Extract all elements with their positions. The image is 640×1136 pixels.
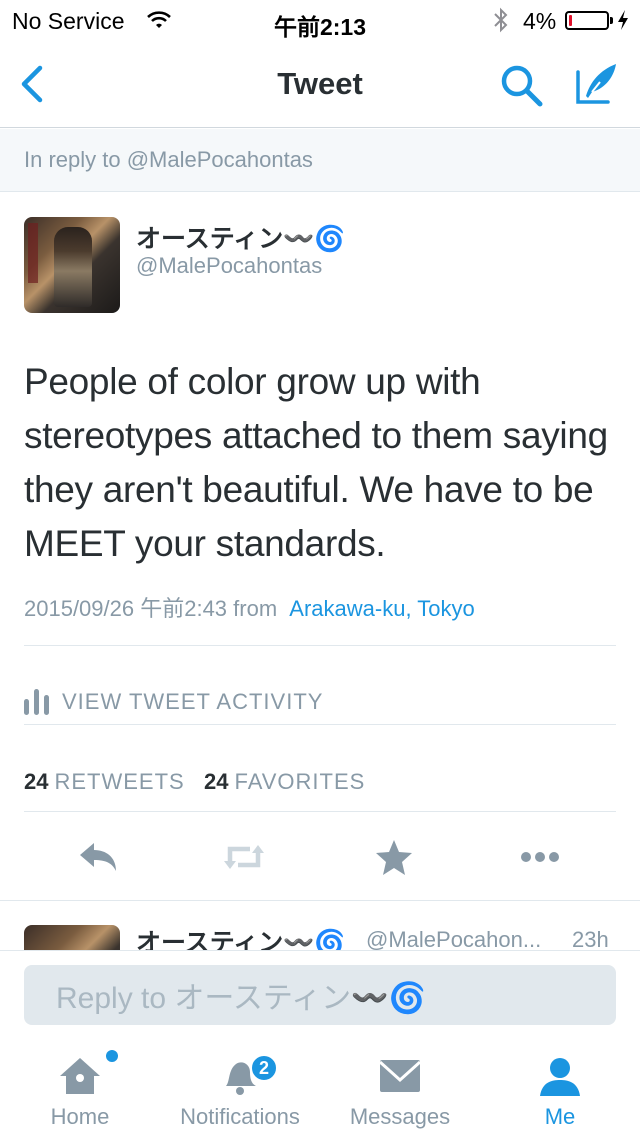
tab-notifications[interactable]: 2 Notifications: [160, 1040, 320, 1136]
home-icon: [60, 1058, 100, 1094]
tweet-text: People of color grow up with stereotypes…: [24, 361, 608, 564]
from-label: from: [233, 596, 278, 621]
retweets-count: 24: [24, 769, 49, 794]
avatar-figure: [54, 227, 92, 307]
bar-chart-icon: [24, 689, 49, 715]
tab-label: Notifications: [180, 1104, 300, 1129]
new-content-dot: [106, 1050, 118, 1062]
engagement-counts: 24 RETWEETS 24 FAVORITES: [24, 741, 616, 821]
charging-bolt-icon: [618, 10, 628, 30]
battery-percent: 4%: [523, 8, 557, 34]
divider: [24, 811, 616, 812]
reply-context-text: In reply to @MalePocahontas: [24, 147, 313, 172]
avatar[interactable]: [24, 217, 120, 313]
notifications-badge: 2: [250, 1054, 278, 1082]
divider: [24, 645, 616, 646]
reply-icon[interactable]: [76, 837, 120, 877]
favorite-star-icon[interactable]: [372, 837, 416, 877]
reply-composer: Reply to オースティン〰️🌀: [0, 950, 640, 1040]
tab-messages[interactable]: Messages: [320, 1040, 480, 1136]
tab-label: Me: [544, 1104, 576, 1129]
favorites-count: 24: [204, 769, 229, 794]
tab-home[interactable]: Home: [0, 1040, 160, 1136]
battery-tip: [610, 17, 613, 24]
tweet-timestamp: 2015/09/26 午前2:43: [24, 596, 228, 621]
favorites-count-link[interactable]: 24 FAVORITES: [204, 769, 365, 795]
avatar[interactable]: [24, 925, 120, 950]
view-tweet-activity-label: VIEW TWEET ACTIVITY: [62, 689, 324, 714]
display-name[interactable]: オースティン〰️🌀: [136, 219, 346, 255]
favorites-label: FAVORITES: [234, 769, 366, 794]
tab-label: Home: [50, 1104, 110, 1129]
person-icon: [540, 1058, 580, 1096]
view-tweet-activity-button[interactable]: VIEW TWEET ACTIVITY: [24, 659, 616, 739]
display-name: オースティン〰️🌀: [136, 929, 346, 950]
retweets-count-link[interactable]: 24 RETWEETS: [24, 769, 185, 795]
tweet-actions: [0, 813, 640, 899]
tweet-age: 23h: [572, 927, 609, 950]
search-icon[interactable]: [498, 62, 546, 108]
bluetooth-icon: [494, 7, 508, 33]
screen-name: @MalePocahon...: [366, 927, 542, 950]
retweets-label: RETWEETS: [54, 769, 185, 794]
reply-input[interactable]: Reply to オースティン〰️🌀: [24, 965, 616, 1025]
battery-level: [569, 15, 572, 26]
divider: [24, 724, 616, 725]
tab-label: Messages: [349, 1104, 451, 1129]
tab-me[interactable]: Me: [480, 1040, 640, 1136]
battery-icon: [565, 11, 609, 30]
tweet-location-link[interactable]: Arakawa-ku, Tokyo: [289, 596, 474, 621]
avatar-background-detail: [28, 223, 38, 283]
more-options-icon[interactable]: [518, 837, 562, 877]
status-bar: No Service 午前2:13 4%: [0, 0, 640, 40]
tab-bar: Home 2 Notifications Messages Me: [0, 1040, 640, 1136]
reply-tweet-preview[interactable]: オースティン〰️🌀 @MalePocahon... 23h: [0, 900, 640, 950]
screen-name[interactable]: @MalePocahontas: [136, 253, 322, 279]
envelope-icon: [378, 1060, 422, 1092]
retweet-icon[interactable]: [222, 837, 266, 877]
compose-icon[interactable]: [572, 60, 620, 108]
tweet-meta: 2015/09/26 午前2:43 from Arakawa-ku, Tokyo: [24, 591, 475, 623]
navigation-bar: Tweet: [0, 40, 640, 128]
reply-context-banner[interactable]: In reply to @MalePocahontas: [0, 129, 640, 192]
